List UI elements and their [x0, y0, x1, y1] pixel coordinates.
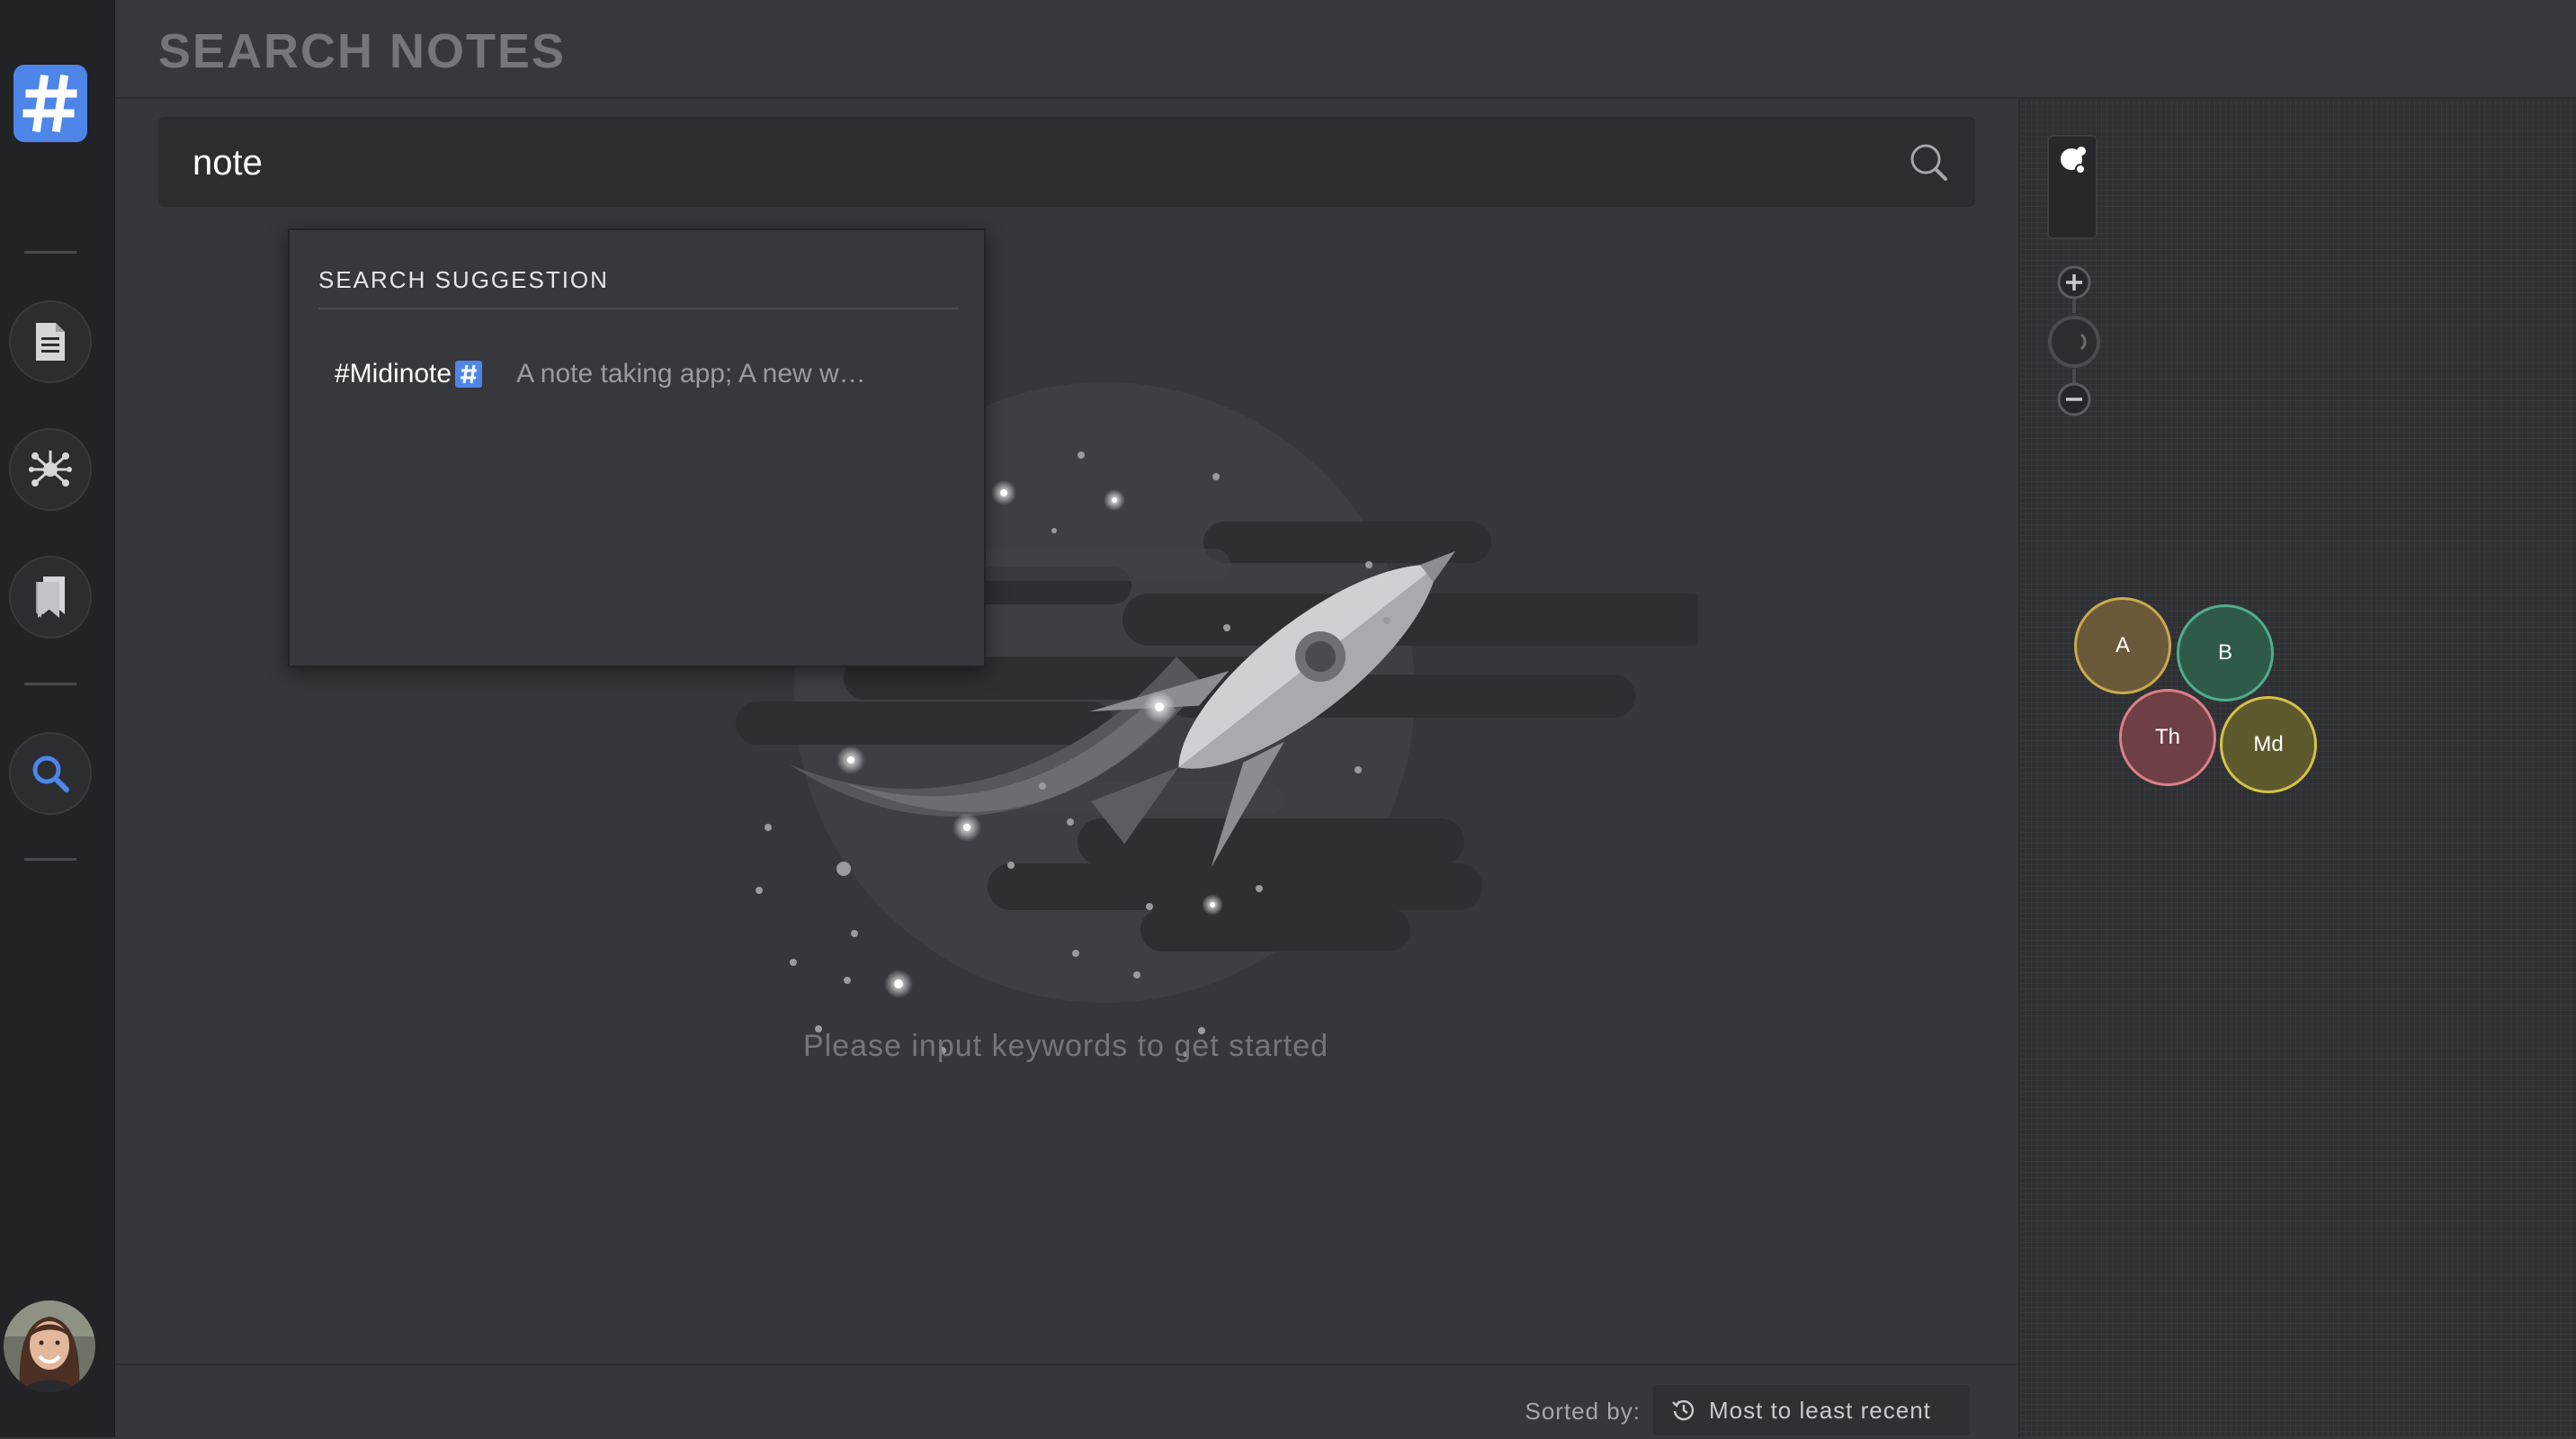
suggestion-tag: #Midinote	[335, 359, 452, 389]
document-icon	[36, 323, 65, 361]
graph-node-label: A	[2115, 633, 2130, 657]
sidebar-divider	[24, 251, 76, 254]
zoom-track	[2072, 299, 2076, 313]
graph-view-toggle[interactable]	[2047, 135, 2097, 239]
zoom-slider[interactable]	[2045, 313, 2103, 371]
graph-node[interactable]: Md	[2220, 696, 2317, 793]
search-icon	[32, 755, 69, 792]
bookmarks-icon	[36, 576, 65, 618]
avatar[interactable]	[4, 1300, 95, 1392]
main-content: SEARCH SUGGESTION #Midinote A note takin…	[115, 99, 2017, 1437]
graph-node-label: Md	[2253, 732, 2284, 756]
sidebar-divider	[24, 683, 76, 685]
header: SEARCH NOTES	[115, 0, 2576, 99]
network-graph-icon	[29, 451, 72, 487]
sidebar-divider	[24, 858, 76, 861]
footer: Sorted by: Most to least recent	[115, 1363, 2017, 1439]
graph-node-label: B	[2217, 640, 2232, 665]
search-suggestion-panel: SEARCH SUGGESTION #Midinote A note takin…	[288, 228, 986, 667]
hash-logo-icon[interactable]	[13, 65, 87, 142]
sidebar-item-search[interactable]	[9, 732, 92, 815]
empty-state-message: Please input keywords to get started	[802, 1029, 1329, 1063]
history-clock-icon	[1672, 1399, 1695, 1421]
hash-tag-icon	[455, 361, 483, 388]
search-input[interactable]	[191, 130, 1867, 196]
sidebar-item-bookmarks[interactable]	[9, 556, 92, 639]
sidebar-item-graph[interactable]	[9, 428, 92, 511]
graph-node[interactable]: B	[2177, 604, 2274, 702]
suggestion-divider	[318, 308, 959, 309]
sorted-by-label: Sorted by:	[1525, 1398, 1641, 1425]
zoom-in-icon[interactable]	[2056, 264, 2092, 300]
page-title: SEARCH NOTES	[158, 24, 567, 78]
graph-node[interactable]: A	[2074, 597, 2171, 694]
sort-order-value: Most to least recent	[1709, 1396, 1931, 1424]
graph-panel: A B Th Md	[2018, 99, 2576, 1437]
graph-nodes-icon	[2061, 147, 2086, 174]
sidebar-item-notes[interactable]	[9, 300, 92, 383]
graph-node[interactable]: Th	[2119, 689, 2216, 786]
search-icon[interactable]	[1907, 140, 1950, 183]
zoom-out-icon[interactable]	[2056, 381, 2092, 417]
sort-order-select[interactable]: Most to least recent	[1653, 1385, 1970, 1435]
suggestion-description: A note taking app; A new w…	[516, 359, 866, 389]
suggestion-title: SEARCH SUGGESTION	[318, 266, 609, 293]
graph-node-label: Th	[2154, 725, 2180, 749]
sidebar	[0, 0, 115, 1437]
search-bar	[158, 117, 1975, 207]
suggestion-item[interactable]: #Midinote A note taking app; A new w…	[335, 356, 866, 392]
